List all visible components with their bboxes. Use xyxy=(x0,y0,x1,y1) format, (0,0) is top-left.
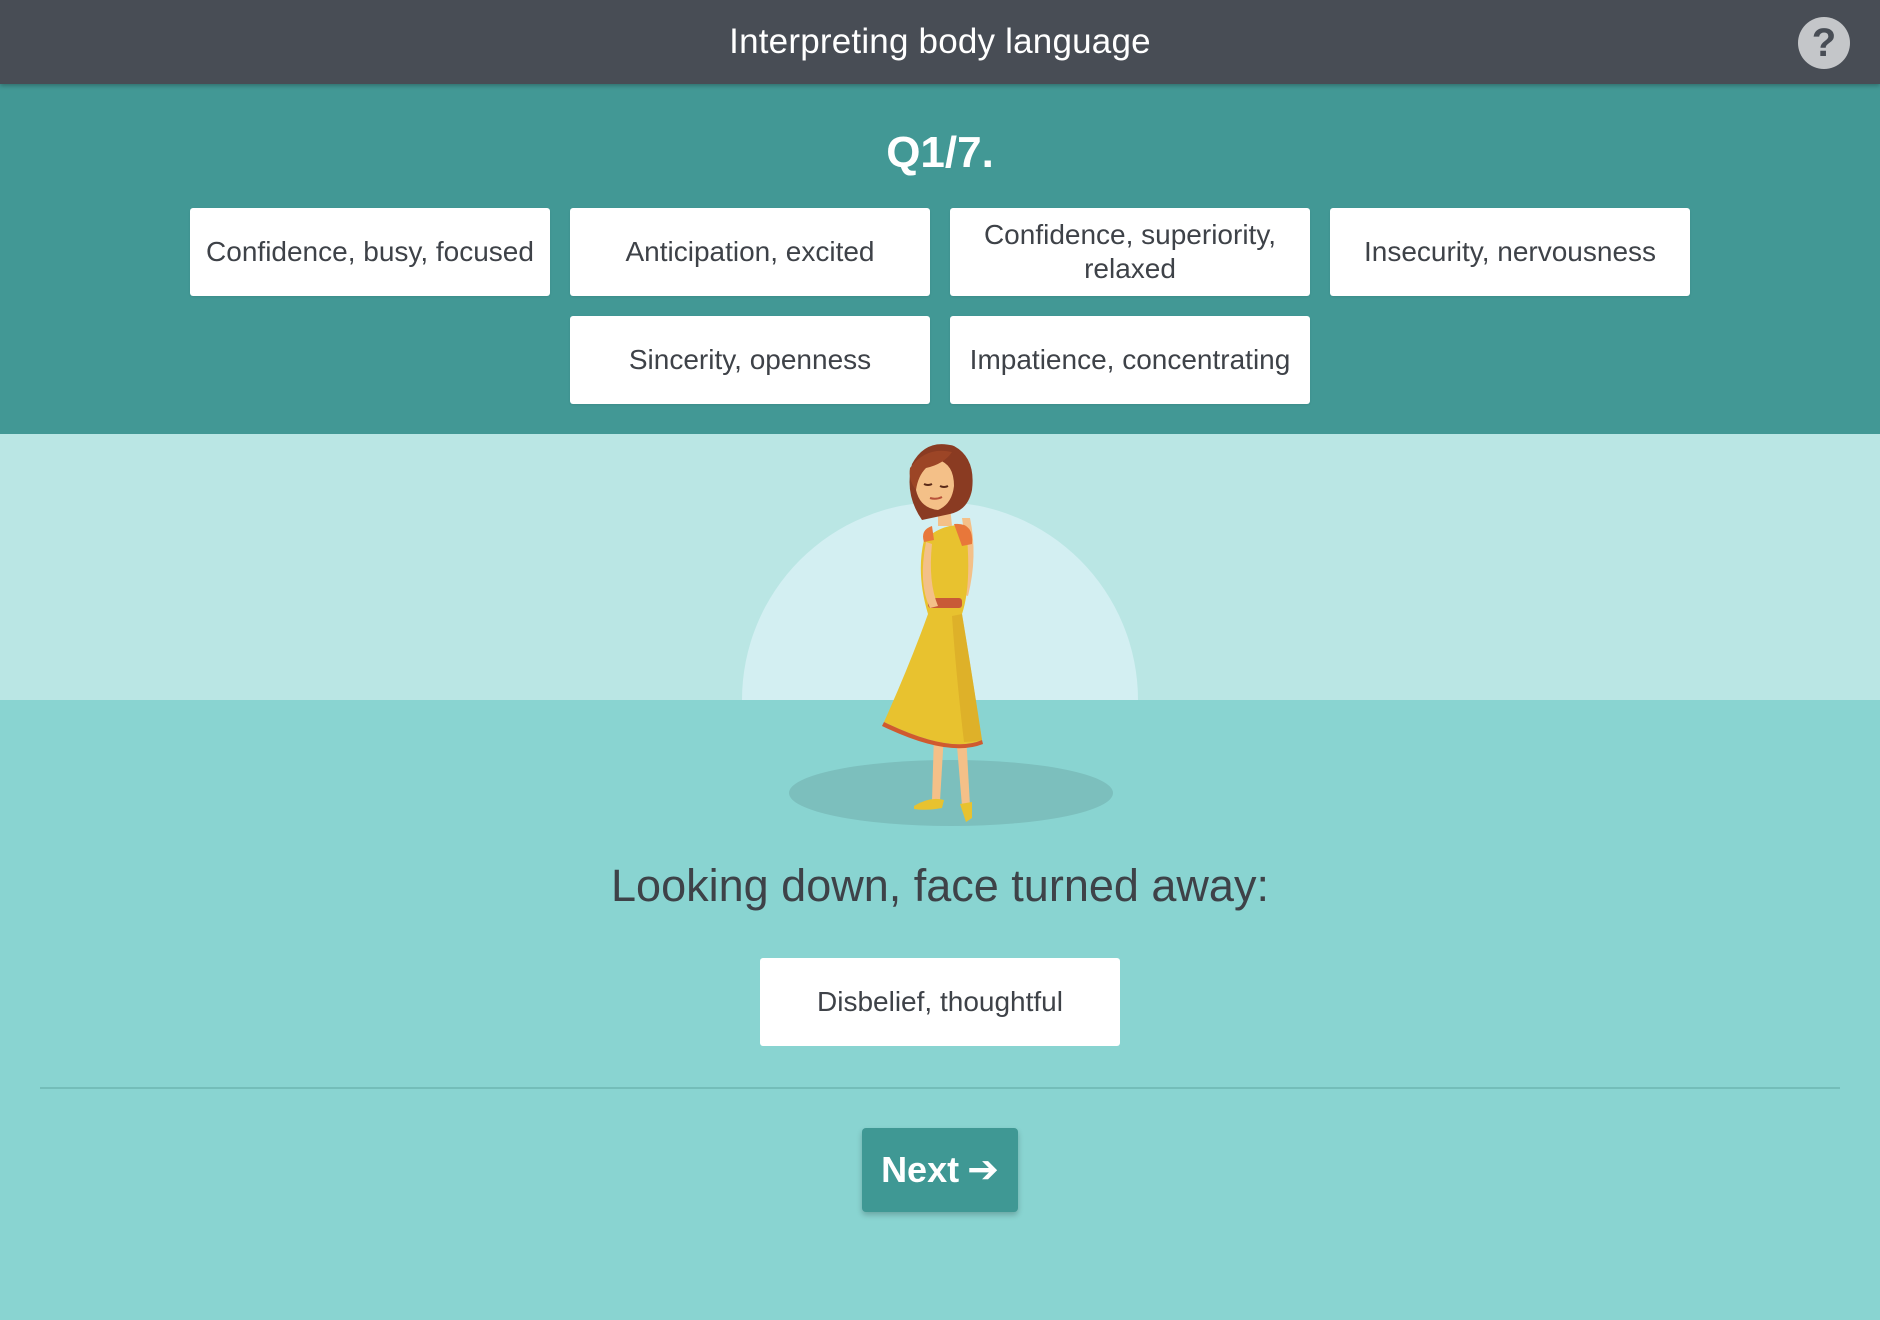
page-title: Interpreting body language xyxy=(729,22,1151,61)
scene-illustration xyxy=(742,444,1138,826)
next-button-label: Next xyxy=(881,1149,960,1190)
placed-answer: Disbelief, thoughtful xyxy=(817,986,1063,1017)
shadow-shape xyxy=(789,760,1113,826)
answer-option[interactable]: Sincerity, openness xyxy=(570,316,930,404)
answer-drop-slot[interactable]: Disbelief, thoughtful xyxy=(760,958,1120,1046)
help-question-icon[interactable]: ? xyxy=(1798,17,1850,69)
question-number: Q1/7. xyxy=(886,128,994,177)
next-button[interactable]: Next ➔ xyxy=(862,1128,1018,1212)
arrow-right-icon: ➔ xyxy=(967,1149,999,1191)
title-bar: Interpreting body language ? xyxy=(0,0,1880,84)
prompt-text: Looking down, face turned away: xyxy=(611,860,1269,911)
answer-option[interactable]: Insecurity, nervousness xyxy=(1330,208,1690,296)
answer-option[interactable]: Confidence, superiority, relaxed xyxy=(950,208,1310,296)
divider xyxy=(40,1087,1840,1089)
answer-option[interactable]: Confidence, busy, focused xyxy=(190,208,550,296)
answer-option[interactable]: Impatience, concentrating xyxy=(950,316,1310,404)
question-panel: Q1/7. Confidence, busy, focused Anticipa… xyxy=(0,84,1880,434)
answer-option[interactable]: Anticipation, excited xyxy=(570,208,930,296)
